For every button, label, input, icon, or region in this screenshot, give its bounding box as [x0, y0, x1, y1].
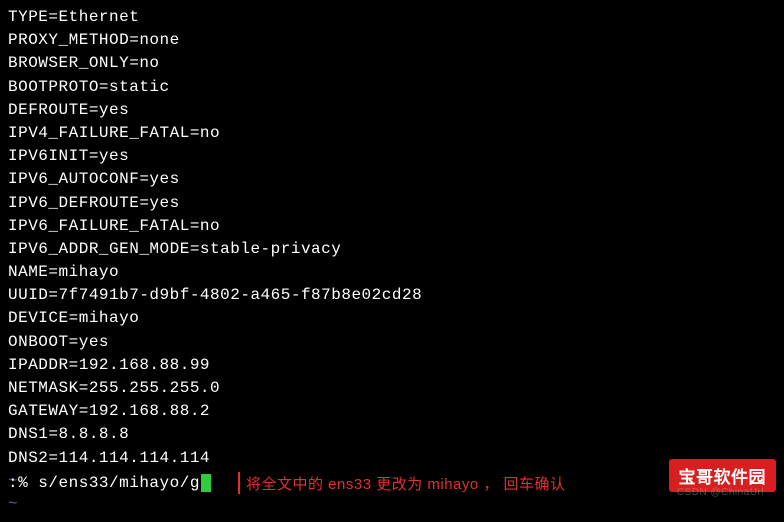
config-line: NAME=mihayo	[8, 261, 776, 284]
config-line: GATEWAY=192.168.88.2	[8, 400, 776, 423]
empty-line-tilde: ~	[8, 493, 776, 516]
config-line: DNS2=114.114.114.114	[8, 447, 776, 470]
config-line: IPADDR=192.168.88.99	[8, 354, 776, 377]
config-line: UUID=7f7491b7-d9bf-4802-a465-f87b8e02cd2…	[8, 284, 776, 307]
config-line: NETMASK=255.255.255.0	[8, 377, 776, 400]
config-line: IPV6INIT=yes	[8, 145, 776, 168]
command-text: :% s/ens33/mihayo/g	[8, 474, 200, 492]
watermark-text: CSDN @ChinaUrl	[677, 487, 764, 498]
annotation-text: 将全文中的 ens33 更改为 mihayo ， 回车确认	[238, 472, 566, 494]
config-line: IPV6_ADDR_GEN_MODE=stable-privacy	[8, 238, 776, 261]
config-line: TYPE=Ethernet	[8, 6, 776, 29]
config-line: PROXY_METHOD=none	[8, 29, 776, 52]
config-line: IPV4_FAILURE_FATAL=no	[8, 122, 776, 145]
config-line: ONBOOT=yes	[8, 331, 776, 354]
config-line: BOOTPROTO=static	[8, 76, 776, 99]
config-line: IPV6_FAILURE_FATAL=no	[8, 215, 776, 238]
config-line: DEFROUTE=yes	[8, 99, 776, 122]
terminal-output: TYPE=Ethernet PROXY_METHOD=none BROWSER_…	[0, 0, 784, 522]
config-line: DNS1=8.8.8.8	[8, 423, 776, 446]
config-line: IPV6_DEFROUTE=yes	[8, 192, 776, 215]
config-line: DEVICE=mihayo	[8, 307, 776, 330]
vim-command-line[interactable]: :% s/ens33/mihayo/g	[8, 474, 211, 492]
cursor-icon	[201, 474, 211, 492]
config-line: BROWSER_ONLY=no	[8, 52, 776, 75]
config-line: IPV6_AUTOCONF=yes	[8, 168, 776, 191]
